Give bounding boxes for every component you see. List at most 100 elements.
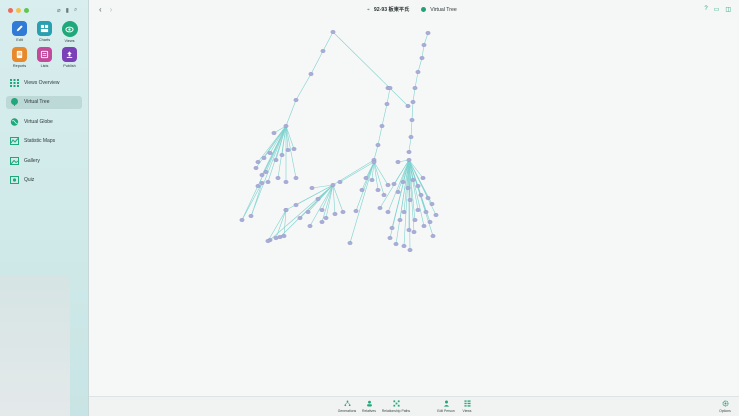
virtual-tree-canvas[interactable] (89, 20, 737, 396)
tree-node[interactable] (433, 213, 439, 217)
tree-node[interactable] (277, 235, 283, 239)
tree-node[interactable] (409, 118, 415, 122)
tree-graph[interactable] (89, 20, 737, 396)
tree-node[interactable] (421, 224, 427, 228)
tree-node[interactable] (337, 180, 343, 184)
tree-node[interactable] (389, 226, 395, 230)
tree-node[interactable] (395, 190, 401, 194)
tree-node[interactable] (293, 98, 299, 102)
tree-node[interactable] (279, 153, 285, 157)
tree-node[interactable] (412, 218, 418, 222)
tree-node[interactable] (406, 228, 412, 232)
tree-node[interactable] (359, 188, 365, 192)
tree-node[interactable] (391, 182, 397, 186)
sidebar-item-virtual-globe[interactable]: Virtual Globe (6, 115, 82, 128)
tree-node[interactable] (273, 158, 279, 162)
tree-node[interactable] (405, 104, 411, 108)
tree-node[interactable] (410, 178, 416, 182)
minimize-window-button[interactable] (16, 8, 21, 13)
sidebar-item-quiz[interactable]: Quiz (6, 174, 82, 187)
tree-node[interactable] (418, 193, 424, 197)
tree-node[interactable] (259, 173, 265, 177)
tree-node[interactable] (408, 135, 414, 139)
tree-node[interactable] (406, 150, 412, 154)
tree-node[interactable] (406, 158, 412, 162)
tree-node[interactable] (307, 224, 313, 228)
tree-node[interactable] (395, 160, 401, 164)
tree-node[interactable] (427, 220, 433, 224)
tree-node[interactable] (283, 124, 289, 128)
tree-node[interactable] (281, 234, 287, 238)
chevron-left-icon[interactable]: ‹ (99, 5, 102, 14)
sidebar-item-gallery[interactable]: Gallery (6, 154, 82, 167)
app-reports[interactable]: Reports (8, 47, 31, 68)
tree-node[interactable] (323, 216, 329, 220)
tree-node[interactable] (353, 209, 359, 213)
tree-node[interactable] (420, 176, 426, 180)
tree-node[interactable] (371, 160, 377, 164)
tree-node[interactable] (377, 206, 383, 210)
chevron-right-icon[interactable]: › (110, 5, 113, 14)
tree-node[interactable] (375, 143, 381, 147)
tree-node[interactable] (330, 30, 336, 34)
tree-node[interactable] (415, 184, 421, 188)
tree-node[interactable] (407, 248, 413, 252)
tree-node[interactable] (381, 193, 387, 197)
tree-node[interactable] (239, 218, 245, 222)
app-lists[interactable]: Lists (33, 47, 56, 68)
sidebar-item-virtual-tree[interactable]: Virtual Tree (6, 95, 82, 109)
sidebar-item-views-overview[interactable]: Views Overview (6, 76, 82, 89)
close-window-button[interactable] (8, 8, 13, 13)
tree-node[interactable] (265, 239, 271, 243)
tree-node[interactable] (275, 176, 281, 180)
app-publish[interactable]: Publish (58, 47, 81, 68)
tag-icon[interactable]: ⌀ (57, 7, 61, 14)
tree-node[interactable] (309, 186, 315, 190)
tree-node[interactable] (265, 180, 271, 184)
tree-node[interactable] (293, 203, 299, 207)
tree-node[interactable] (419, 56, 425, 60)
tree-node[interactable] (285, 148, 291, 152)
tree-node[interactable] (330, 183, 336, 187)
tree-node[interactable] (255, 184, 261, 188)
views-button[interactable]: Views (450, 400, 484, 413)
tree-node[interactable] (397, 218, 403, 222)
tree-node[interactable] (283, 180, 289, 184)
tree-node[interactable] (430, 234, 436, 238)
tree-node[interactable] (297, 216, 303, 220)
tree-node[interactable] (407, 198, 413, 202)
tree-node[interactable] (319, 208, 325, 212)
tree-node[interactable] (261, 156, 267, 160)
tree-node[interactable] (267, 151, 273, 155)
tree-node[interactable] (369, 178, 375, 182)
tree-node[interactable] (347, 241, 353, 245)
tree-node[interactable] (259, 181, 265, 185)
tree-node[interactable] (384, 102, 390, 106)
options-button[interactable]: Options (708, 400, 739, 413)
app-charts[interactable]: Charts (33, 21, 56, 43)
tree-node[interactable] (253, 166, 259, 170)
search-icon[interactable]: ⌕ (74, 7, 77, 14)
sidebar-icon[interactable]: ◫ (725, 6, 731, 13)
tree-node[interactable] (263, 170, 269, 174)
app-edit[interactable]: Edit (8, 21, 31, 43)
tree-node[interactable] (293, 176, 299, 180)
tree-node[interactable] (425, 196, 431, 200)
tree-node[interactable] (271, 131, 277, 135)
tree-node[interactable] (273, 236, 279, 240)
bookmark-icon[interactable]: ▮ (66, 7, 69, 14)
tree-node[interactable] (405, 186, 411, 190)
tree-node[interactable] (363, 176, 369, 180)
tree-node[interactable] (375, 188, 381, 192)
tree-node[interactable] (415, 208, 421, 212)
zoom-window-button[interactable] (24, 8, 29, 13)
tree-node[interactable] (340, 210, 346, 214)
tree-node[interactable] (393, 242, 399, 246)
window-icon[interactable]: ▭ (714, 6, 720, 13)
tree-node[interactable] (319, 220, 325, 224)
tree-node[interactable] (385, 183, 391, 187)
tree-node[interactable] (401, 244, 407, 248)
tree-node[interactable] (320, 49, 326, 53)
sidebar-item-statistic-maps[interactable]: Statistic Maps (6, 135, 82, 148)
tree-node[interactable] (379, 124, 385, 128)
